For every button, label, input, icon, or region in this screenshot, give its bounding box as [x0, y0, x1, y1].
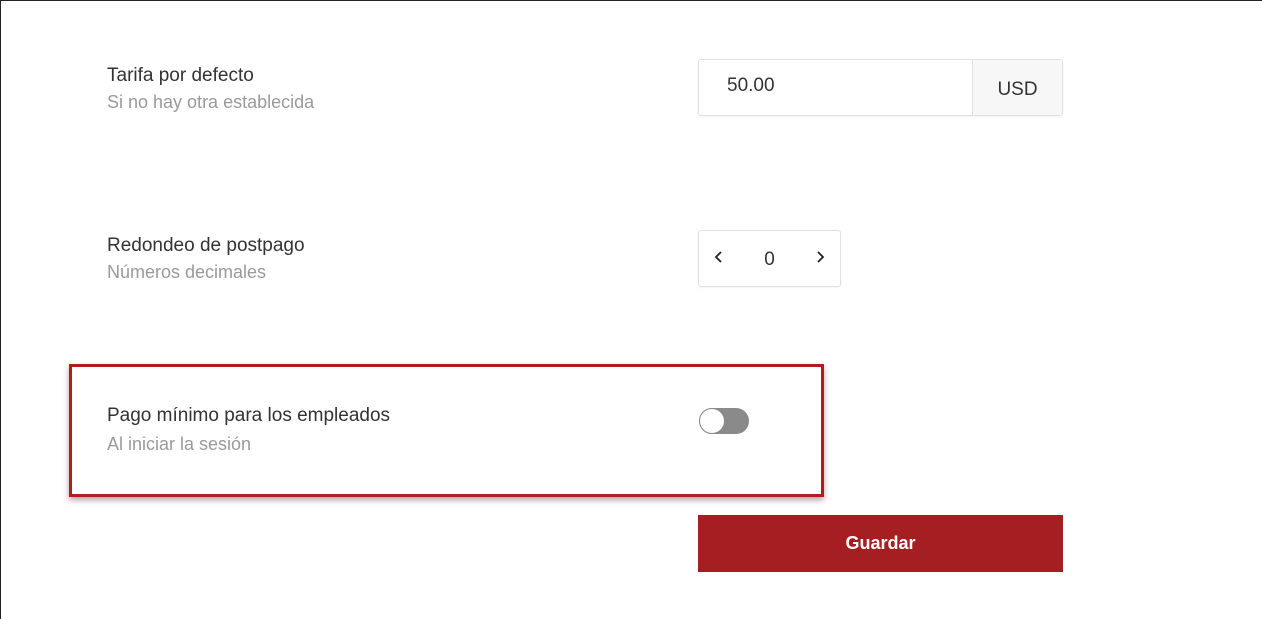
employee-min-payment-toggle[interactable] — [699, 408, 749, 434]
rounding-stepper: 0 — [698, 230, 841, 287]
settings-panel: Tarifa por defecto Si no hay otra establ… — [0, 0, 1262, 619]
chevron-right-icon — [817, 250, 825, 263]
default-rate-subtitle: Si no hay otra establecida — [107, 92, 315, 112]
increment-button[interactable] — [800, 231, 840, 286]
toggle-knob — [699, 408, 725, 434]
default-rate-field: USD — [698, 59, 1063, 116]
default-rate-title: Tarifa por defecto — [107, 65, 254, 86]
chevron-left-icon — [714, 250, 722, 263]
employee-min-payment-subtitle: Al iniciar la sesión — [107, 434, 252, 454]
currency-addon: USD — [972, 60, 1062, 115]
rounding-value: 0 — [764, 248, 775, 270]
postpay-rounding-title: Redondeo de postpago — [107, 235, 305, 256]
save-button[interactable]: Guardar — [698, 515, 1063, 572]
decrement-button[interactable] — [699, 231, 739, 286]
employee-min-payment-title: Pago mínimo para los empleados — [107, 405, 391, 426]
default-rate-input[interactable] — [699, 60, 972, 115]
postpay-rounding-subtitle: Números decimales — [107, 262, 267, 282]
